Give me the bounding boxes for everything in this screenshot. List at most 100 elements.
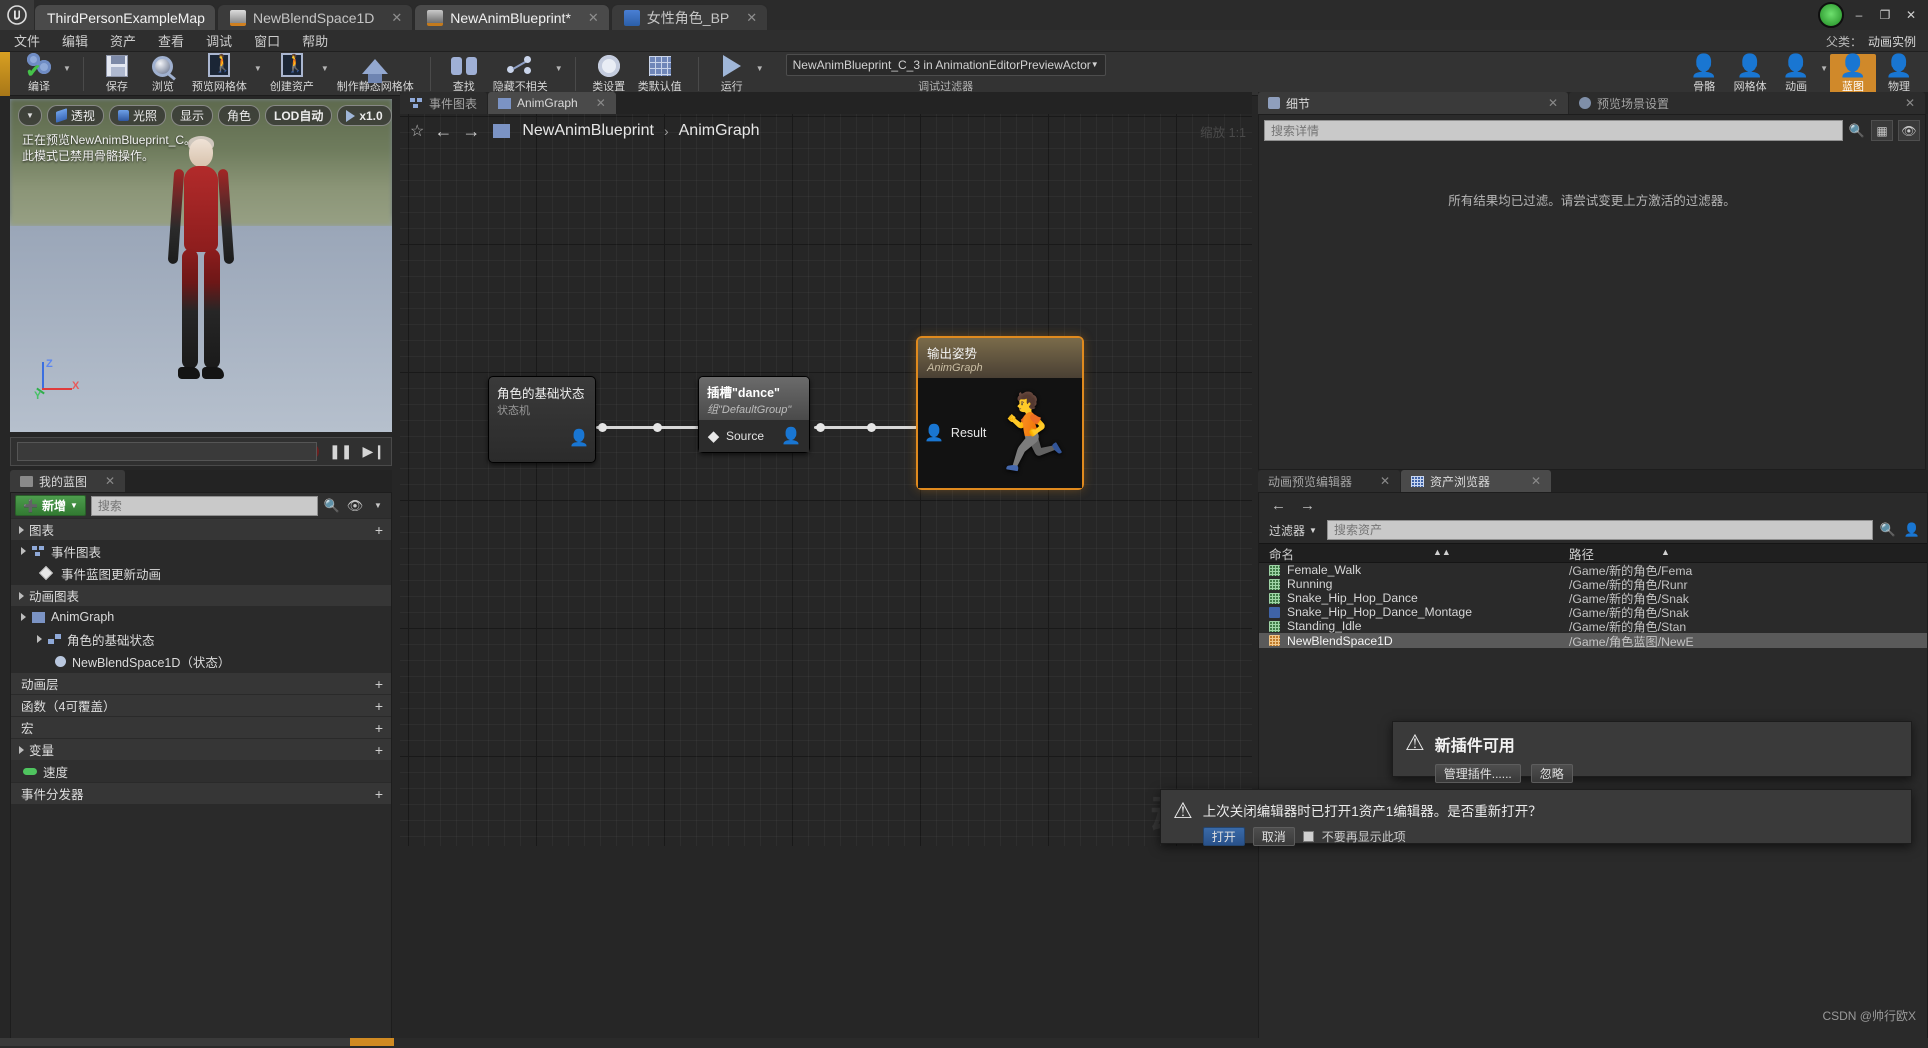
asset-search-field[interactable]: [1333, 523, 1866, 537]
pause-icon[interactable]: ❚❚: [329, 443, 352, 460]
node-input-pin[interactable]: ◆: [707, 428, 720, 445]
chevron-down-icon[interactable]: ▼: [254, 64, 262, 73]
tab-asset-browser[interactable]: 资产浏览器 ✕: [1401, 470, 1551, 492]
close-icon[interactable]: ✕: [1531, 474, 1541, 488]
add-anim-layer-button[interactable]: +: [375, 676, 383, 692]
chevron-down-icon[interactable]: ▼: [756, 64, 764, 73]
asset-browser-search-input[interactable]: [1326, 520, 1873, 540]
chevron-down-icon[interactable]: ▼: [321, 64, 329, 73]
column-header-name[interactable]: 命名 ▲▲: [1259, 544, 1559, 563]
filter-dropdown-button[interactable]: 过滤器 ▼: [1265, 520, 1321, 541]
open-button[interactable]: 打开: [1202, 827, 1245, 846]
sort-ascending-icon[interactable]: ▲▲: [1433, 547, 1451, 557]
expander-icon[interactable]: [21, 613, 26, 621]
close-icon[interactable]: ✕: [588, 10, 599, 26]
menu-item-window[interactable]: 窗口: [254, 31, 280, 50]
add-event-dispatcher-button[interactable]: +: [375, 786, 383, 802]
back-arrow-icon[interactable]: ←: [1271, 497, 1286, 514]
tree-item-character-base-state[interactable]: 角色的基础状态: [11, 628, 391, 650]
close-icon[interactable]: ✕: [1548, 96, 1558, 110]
search-icon[interactable]: 🔍: [1848, 122, 1866, 140]
tab-details[interactable]: 细节 ✕: [1258, 92, 1568, 114]
viewport-character-button[interactable]: 角色: [217, 105, 260, 126]
menu-item-edit[interactable]: 编辑: [62, 31, 88, 50]
section-anim-layers[interactable]: 动画层 +: [11, 672, 391, 694]
parent-class-value[interactable]: 动画实例: [1868, 33, 1916, 50]
section-macros[interactable]: 宏 +: [11, 716, 391, 738]
expander-icon[interactable]: [37, 635, 42, 643]
menu-item-file[interactable]: 文件: [14, 31, 40, 50]
sort-ascending-icon[interactable]: ▲: [1661, 547, 1670, 557]
tree-item-event-graph[interactable]: 事件图表: [11, 540, 391, 562]
add-variable-button[interactable]: +: [375, 742, 383, 758]
chevron-down-icon[interactable]: ▼: [63, 64, 71, 73]
dont-show-checkbox[interactable]: [1302, 831, 1314, 842]
details-search-input[interactable]: [1264, 120, 1843, 141]
tree-item-event-update-animation[interactable]: 事件蓝图更新动画: [11, 562, 391, 584]
manage-plugins-button[interactable]: 管理插件......: [1434, 764, 1521, 783]
forward-arrow-icon[interactable]: →: [462, 121, 480, 142]
details-search-field[interactable]: [1271, 123, 1836, 138]
minimize-button[interactable]: –: [1848, 5, 1870, 25]
close-icon[interactable]: ✕: [746, 10, 757, 26]
dismiss-plugins-button[interactable]: 忽略: [1530, 764, 1573, 783]
add-new-button[interactable]: ➕ 新增 ▼: [15, 495, 86, 516]
mode-button-physics[interactable]: 👤 物理: [1876, 54, 1922, 96]
user-filter-icon[interactable]: 👤: [1903, 521, 1921, 539]
window-tab-2[interactable]: NewAnimBlueprint* ✕: [414, 4, 610, 30]
forward-arrow-icon[interactable]: →: [1300, 497, 1315, 514]
record-status-icon[interactable]: [1818, 2, 1844, 28]
anim-graph-canvas[interactable]: 角色的基础状态 状态机 👤 插槽"dance" 组"DefaultGroup" …: [400, 114, 1252, 846]
debug-filter-dropdown[interactable]: NewAnimBlueprint_C_3 in AnimationEditorP…: [785, 53, 1106, 76]
viewport-perspective-button[interactable]: 透视: [46, 105, 104, 126]
toolbar-compile-button[interactable]: ✔ 编译: [16, 52, 62, 96]
toolbar-class-defaults-button[interactable]: 类默认值: [632, 54, 688, 96]
section-variables[interactable]: 变量 +: [11, 738, 391, 760]
breadcrumb-current[interactable]: AnimGraph: [679, 122, 760, 140]
toolbar-find-button[interactable]: 查找: [441, 54, 487, 96]
my-blueprint-search-input[interactable]: [90, 495, 318, 516]
asset-row-5[interactable]: NewBlendSpace1D /Game/角色蓝图/NewE: [1259, 633, 1927, 649]
expander-icon[interactable]: [21, 547, 26, 555]
toolbar-play-button[interactable]: 运行: [709, 54, 755, 96]
node-input-pin[interactable]: 👤: [924, 423, 944, 443]
maximize-button[interactable]: ❐: [1874, 5, 1896, 25]
close-icon[interactable]: ✕: [105, 474, 115, 488]
mode-button-skeleton[interactable]: 👤 骨骼: [1681, 54, 1727, 96]
node-output-pin[interactable]: 👤: [781, 426, 801, 446]
toolbar-save-button[interactable]: 保存: [94, 54, 140, 96]
toolbar-make-static-mesh-button[interactable]: 制作静态网格体: [331, 54, 420, 96]
node-input-pin-row[interactable]: ◆ Source 👤: [707, 426, 801, 446]
viewport-show-button[interactable]: 显示: [170, 105, 213, 126]
menu-item-help[interactable]: 帮助: [302, 31, 328, 50]
back-arrow-icon[interactable]: ←: [434, 121, 452, 142]
menu-item-view[interactable]: 查看: [158, 31, 184, 50]
close-icon[interactable]: ✕: [391, 10, 402, 26]
node-output-pose[interactable]: 输出姿势 AnimGraph 👤 Result 🏃: [916, 336, 1084, 490]
tab-event-graph[interactable]: 事件图表: [400, 92, 488, 114]
node-slot-dance[interactable]: 插槽"dance" 组"DefaultGroup" ◆ Source 👤: [698, 376, 810, 453]
search-icon[interactable]: 🔍: [323, 497, 341, 515]
node-input-pin-row[interactable]: 👤 Result: [918, 423, 986, 443]
tree-item-newblendspace1d-state[interactable]: NewBlendSpace1D（状态）: [11, 650, 391, 672]
tab-animgraph[interactable]: AnimGraph ✕: [488, 92, 616, 114]
section-functions[interactable]: 函数（4可覆盖） +: [11, 694, 391, 716]
preview-viewport[interactable]: ▼ 透视 光照 显示 角色 LOD自动 x1.0 正在预览NewAnimBlue…: [10, 99, 392, 432]
add-function-button[interactable]: +: [375, 698, 383, 714]
eye-icon[interactable]: 👁: [1898, 120, 1920, 141]
tree-item-animgraph[interactable]: AnimGraph: [11, 606, 391, 628]
chevron-down-icon[interactable]: ▼: [369, 497, 387, 515]
step-forward-icon[interactable]: ▶❙: [363, 443, 386, 460]
column-header-path[interactable]: 路径 ▲: [1559, 544, 1927, 563]
close-icon[interactable]: ✕: [1380, 474, 1390, 488]
mode-button-blueprint[interactable]: 👤 蓝图: [1830, 53, 1876, 96]
viewport-lod-button[interactable]: LOD自动: [264, 105, 333, 126]
eye-icon[interactable]: 👁: [346, 497, 364, 515]
toolbar-browse-button[interactable]: 浏览: [140, 54, 186, 96]
chevron-down-icon[interactable]: ▼: [1820, 64, 1828, 73]
unreal-logo-icon[interactable]: [0, 0, 34, 30]
chevron-down-icon[interactable]: ▼: [555, 64, 563, 73]
window-tab-3[interactable]: 女性角色_BP ✕: [610, 4, 769, 30]
expander-icon[interactable]: [19, 525, 24, 534]
cancel-button[interactable]: 取消: [1252, 827, 1295, 846]
